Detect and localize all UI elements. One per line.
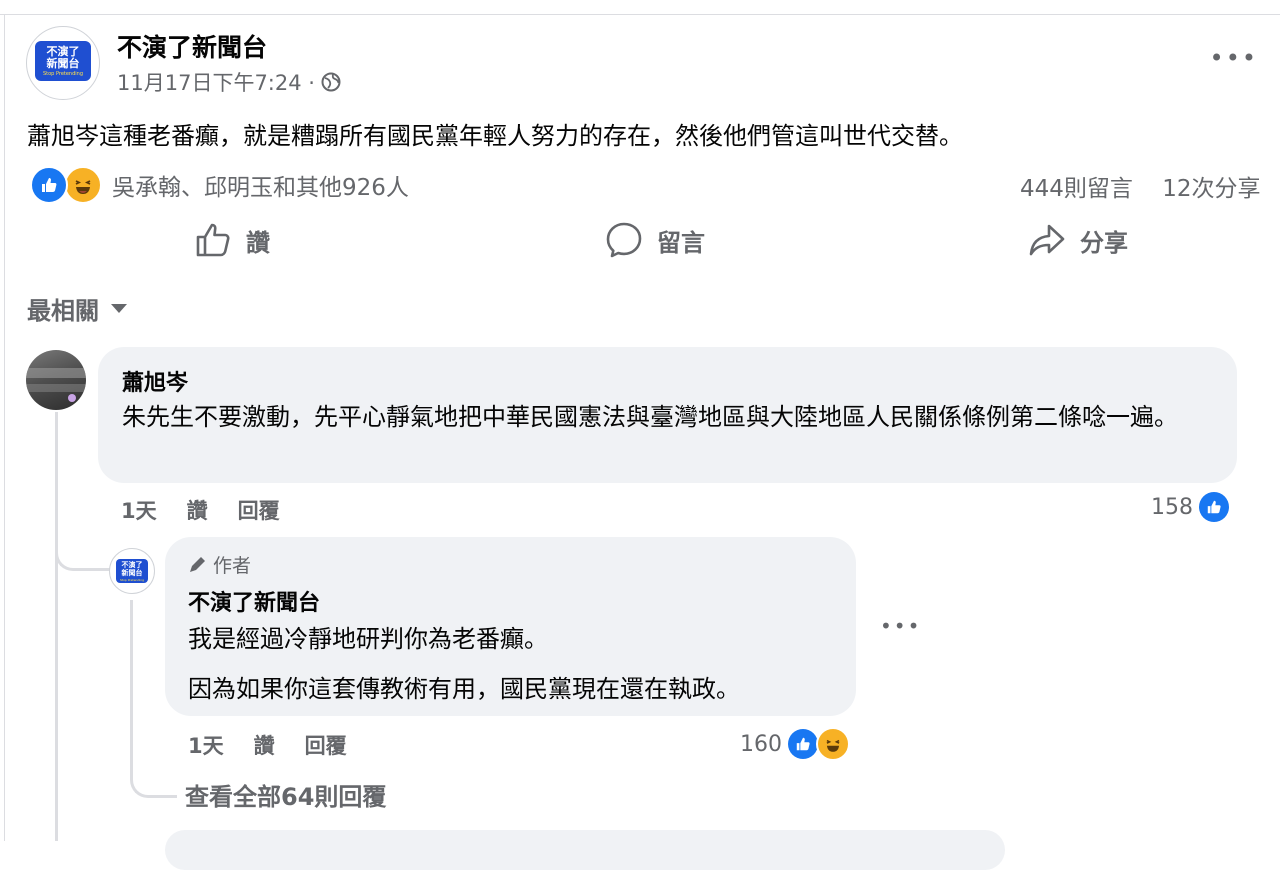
reply-text-line2: 因為如果你這套傳教術有用，國民黨現在還在執政。	[188, 675, 740, 703]
logo-text-small: 不演了 新聞台	[121, 560, 143, 577]
next-comment-bubble	[165, 830, 1005, 870]
share-button[interactable]: 分享	[1028, 221, 1128, 259]
reply-reaction-count-value: 160	[740, 731, 782, 757]
page-logo-small: 不演了 新聞台 Stop Pretending	[116, 559, 148, 583]
reply-time[interactable]: 1天	[188, 730, 224, 760]
reply-author-name[interactable]: 不演了新聞台	[188, 585, 320, 617]
shares-count[interactable]: 12次分享	[1162, 176, 1260, 202]
engagement-counts: 444則留言 12次分享	[1020, 169, 1280, 203]
comment-text: 朱先生不要激動，先平心靜氣地把中華民國憲法與臺灣地區與大陸地區人民關係條例第二條…	[122, 403, 1178, 431]
like-icon	[788, 729, 818, 759]
comment-bubble: 蕭旭岑 朱先生不要激動，先平心靜氣地把中華民國憲法與臺灣地區與大陸地區人民關係條…	[98, 347, 1237, 483]
reply-actions: 1天 讚 回覆	[188, 730, 347, 760]
logo-subtitle-small: Stop Pretending	[119, 577, 144, 582]
page-avatar[interactable]: 不演了 新聞台 Stop Pretending	[26, 26, 100, 100]
like-label: 讚	[246, 228, 270, 257]
comment-label: 留言	[657, 228, 705, 257]
post-text: 蕭旭岑這種老番癲，就是糟蹋所有國民黨年輕人努力的存在，然後他們管這叫世代交替。	[27, 122, 963, 150]
reply-text-line1: 我是經過冷靜地研判你為老番癲。	[188, 625, 548, 653]
reaction-count-value: 158	[1151, 494, 1193, 520]
haha-icon	[816, 727, 850, 761]
author-badge: 作者	[187, 551, 251, 578]
comment-time[interactable]: 1天	[121, 495, 157, 525]
globe-icon	[321, 72, 341, 92]
page-logo: 不演了 新聞台 Stop Pretending	[35, 41, 91, 81]
left-divider	[4, 14, 5, 841]
logo-text: 不演了 新聞台	[46, 44, 80, 70]
reply-reaction-count[interactable]: 160	[740, 727, 850, 761]
share-icon	[1029, 224, 1065, 256]
reactions-summary[interactable]: 吳承翰、邱明玉和其他926人	[30, 166, 409, 204]
like-icon	[1199, 492, 1229, 522]
logo-subtitle: Stop Pretending	[42, 70, 84, 77]
caret-down-icon	[111, 304, 127, 313]
comment-reaction-count[interactable]: 158	[1151, 492, 1229, 522]
reply-like-link[interactable]: 讚	[254, 730, 275, 760]
comment-sort-dropdown[interactable]: 最相關	[27, 291, 127, 326]
reaction-names[interactable]: 吳承翰、邱明玉和其他926人	[112, 168, 409, 202]
commenter-name[interactable]: 蕭旭岑	[122, 365, 188, 397]
post-timestamp[interactable]: 11月17日下午7:24 ·	[117, 67, 315, 97]
comment-button[interactable]: 留言	[605, 221, 705, 259]
reply-avatar[interactable]: 不演了 新聞台 Stop Pretending	[109, 548, 155, 594]
comments-count[interactable]: 444則留言	[1020, 176, 1133, 202]
sort-label: 最相關	[27, 297, 99, 325]
thread-line	[55, 412, 58, 841]
reply-bubble: 作者 不演了新聞台 我是經過冷靜地研判你為老番癲。 因為如果你這套傳教術有用，國…	[165, 537, 856, 716]
more-options-icon[interactable]: •••	[1210, 44, 1258, 72]
commenter-avatar[interactable]	[26, 350, 86, 410]
top-divider	[0, 14, 1280, 15]
reply-more-options-icon[interactable]: •••	[880, 614, 921, 638]
reply-connector	[55, 520, 110, 571]
post-meta: 11月17日下午7:24 ·	[117, 67, 341, 97]
view-all-replies-link[interactable]: 查看全部64則回覆	[185, 777, 386, 812]
page-name[interactable]: 不演了新聞台	[117, 28, 267, 64]
comment-reply-link[interactable]: 回覆	[238, 495, 280, 525]
comment-actions: 1天 讚 回覆	[121, 495, 280, 525]
share-label: 分享	[1080, 228, 1128, 257]
reply-reply-link[interactable]: 回覆	[305, 730, 347, 760]
comment-icon	[606, 222, 642, 258]
author-badge-label: 作者	[213, 555, 252, 577]
like-button[interactable]: 讚	[194, 221, 270, 259]
pen-icon	[190, 556, 205, 572]
haha-icon	[64, 166, 102, 204]
comment-like-link[interactable]: 讚	[187, 495, 208, 525]
like-icon	[30, 166, 68, 204]
thumbs-up-icon	[196, 223, 230, 257]
